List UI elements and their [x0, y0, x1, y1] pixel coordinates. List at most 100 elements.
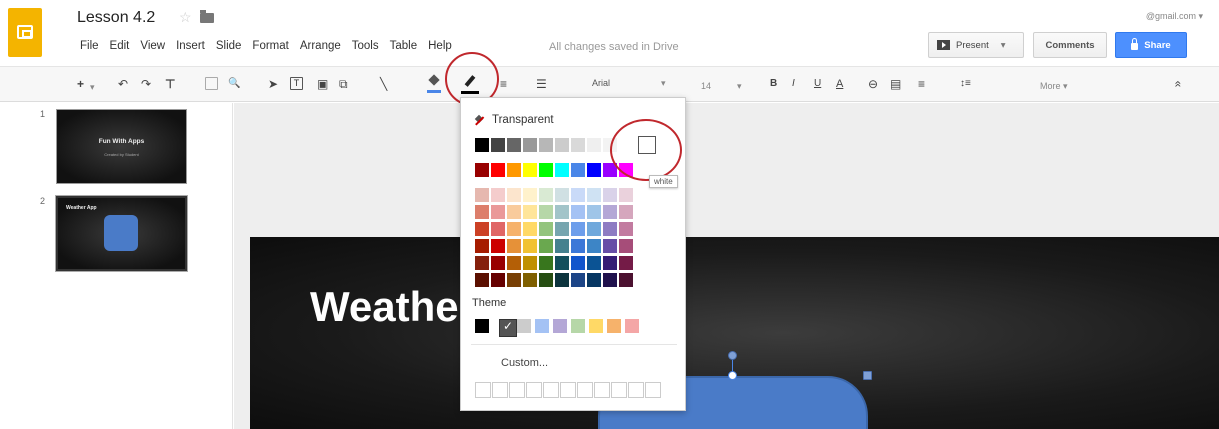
color-swatch-gray[interactable] — [475, 138, 489, 152]
color-swatch-tint[interactable] — [555, 273, 569, 287]
color-swatch-tint[interactable] — [603, 222, 617, 236]
color-swatch-tint[interactable] — [475, 239, 489, 253]
color-swatch-bright[interactable] — [555, 163, 569, 177]
color-swatch-tint[interactable] — [507, 256, 521, 270]
slide-thumbnail-1[interactable]: Fun With Apps Created by Student — [56, 109, 187, 184]
resize-handle-top-right[interactable] — [863, 371, 872, 380]
line-weight-icon[interactable]: ☰ — [536, 76, 547, 92]
color-swatch-tint[interactable] — [539, 256, 553, 270]
color-swatch-tint[interactable] — [571, 188, 585, 202]
share-button[interactable]: Share — [1115, 32, 1187, 58]
color-swatch-tint[interactable] — [603, 188, 617, 202]
menu-arrange[interactable]: Arrange — [300, 40, 341, 52]
theme-color-swatch[interactable] — [535, 319, 549, 333]
color-swatch-tint[interactable] — [507, 222, 521, 236]
theme-color-swatch[interactable] — [625, 319, 639, 333]
color-swatch-bright[interactable] — [475, 163, 489, 177]
custom-color-slot[interactable] — [594, 382, 610, 398]
line-spacing-icon[interactable]: ↕≡ — [960, 76, 971, 92]
color-swatch-tint[interactable] — [619, 239, 633, 253]
color-swatch-tint[interactable] — [603, 239, 617, 253]
custom-color-option[interactable]: Custom... — [501, 357, 548, 369]
theme-color-swatch[interactable] — [517, 319, 531, 333]
color-swatch-tint[interactable] — [571, 256, 585, 270]
slides-logo[interactable] — [8, 8, 42, 57]
menu-insert[interactable]: Insert — [176, 40, 205, 52]
color-swatch-tint[interactable] — [539, 205, 553, 219]
line-dash-icon[interactable]: ≡ — [500, 76, 507, 92]
color-swatch-tint[interactable] — [523, 205, 537, 219]
slide-title-text[interactable]: Weathe — [310, 283, 459, 331]
color-swatch-tint[interactable] — [619, 256, 633, 270]
color-swatch-tint[interactable] — [603, 273, 617, 287]
custom-color-slot[interactable] — [560, 382, 576, 398]
transparent-option[interactable]: Transparent — [475, 114, 554, 126]
color-swatch-bright[interactable] — [491, 163, 505, 177]
star-icon[interactable]: ☆ — [179, 9, 192, 26]
custom-color-slot[interactable] — [492, 382, 508, 398]
color-swatch-tint[interactable] — [523, 222, 537, 236]
italic-button[interactable]: I — [792, 76, 795, 92]
custom-color-slot[interactable] — [475, 382, 491, 398]
theme-color-swatch[interactable] — [571, 319, 585, 333]
color-swatch-tint[interactable] — [507, 188, 521, 202]
theme-color-swatch[interactable] — [553, 319, 567, 333]
color-swatch-bright[interactable] — [507, 163, 521, 177]
document-title[interactable]: Lesson 4.2 — [77, 9, 155, 27]
comments-button[interactable]: Comments — [1033, 32, 1107, 58]
new-slide-caret-icon[interactable]: ▾ — [90, 79, 95, 95]
custom-color-slot[interactable] — [645, 382, 661, 398]
more-button[interactable]: More ▾ — [1040, 78, 1068, 94]
color-swatch-tint[interactable] — [587, 273, 601, 287]
color-swatch-tint[interactable] — [523, 273, 537, 287]
present-button[interactable]: Present ▾ — [928, 32, 1024, 58]
color-swatch-tint[interactable] — [539, 273, 553, 287]
color-swatch-tint[interactable] — [475, 273, 489, 287]
theme-color-swatch[interactable] — [589, 319, 603, 333]
color-swatch-tint[interactable] — [539, 239, 553, 253]
color-swatch-tint[interactable] — [491, 188, 505, 202]
bold-button[interactable]: B — [770, 76, 777, 92]
text-color-button[interactable]: A — [836, 76, 843, 92]
comment-icon[interactable]: ▤ — [890, 76, 901, 92]
color-swatch-tint[interactable] — [587, 256, 601, 270]
menu-edit[interactable]: Edit — [110, 40, 130, 52]
color-swatch-gray[interactable] — [587, 138, 601, 152]
color-swatch-gray[interactable] — [523, 138, 537, 152]
color-swatch-tint[interactable] — [539, 222, 553, 236]
paint-format-icon[interactable]: ⊤ — [165, 76, 175, 92]
color-swatch-tint[interactable] — [539, 188, 553, 202]
color-swatch-tint[interactable] — [571, 273, 585, 287]
zoom-icon[interactable]: 🔍 — [228, 76, 240, 92]
redo-icon[interactable]: ↷ — [141, 76, 151, 92]
rotate-handle[interactable] — [728, 351, 737, 360]
image-icon[interactable]: ▣ — [317, 76, 328, 92]
color-swatch-tint[interactable] — [619, 273, 633, 287]
color-swatch-tint[interactable] — [571, 222, 585, 236]
color-swatch-tint[interactable] — [475, 205, 489, 219]
color-swatch-tint[interactable] — [603, 256, 617, 270]
color-swatch-bright[interactable] — [523, 163, 537, 177]
font-size-value[interactable]: 14 — [701, 78, 711, 94]
folder-icon[interactable] — [200, 10, 214, 23]
color-swatch-tint[interactable] — [523, 256, 537, 270]
color-swatch-bright[interactable] — [571, 163, 585, 177]
custom-color-slot[interactable] — [611, 382, 627, 398]
color-swatch-gray[interactable] — [507, 138, 521, 152]
color-swatch-tint[interactable] — [475, 222, 489, 236]
color-swatch-tint[interactable] — [491, 256, 505, 270]
menu-tools[interactable]: Tools — [352, 40, 379, 52]
color-swatch-tint[interactable] — [603, 205, 617, 219]
color-swatch-tint[interactable] — [587, 222, 601, 236]
color-swatch-gray[interactable] — [491, 138, 505, 152]
color-swatch-gray[interactable] — [539, 138, 553, 152]
color-swatch-tint[interactable] — [507, 239, 521, 253]
theme-color-swatch[interactable] — [607, 319, 621, 333]
menu-slide[interactable]: Slide — [216, 40, 242, 52]
align-icon[interactable]: ≡ — [918, 76, 925, 92]
theme-color-swatch[interactable] — [475, 319, 489, 333]
color-swatch-tint[interactable] — [507, 273, 521, 287]
select-icon[interactable]: ➤ — [268, 76, 278, 92]
color-swatch-gray[interactable] — [571, 138, 585, 152]
custom-color-slot[interactable] — [509, 382, 525, 398]
